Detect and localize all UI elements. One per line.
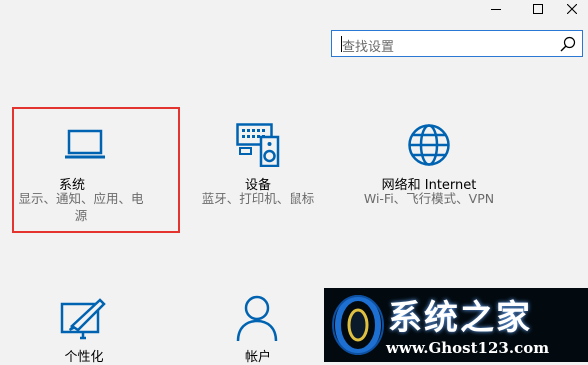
tile-accounts-title: 帐户 (244, 350, 271, 365)
tile-personalization-title: 个性化 (64, 350, 104, 365)
search-input[interactable]: 查找设置 (331, 30, 583, 57)
watermark-logo-icon (332, 295, 384, 355)
tile-personalization[interactable]: 个性化 (22, 290, 146, 365)
minimize-icon (491, 8, 501, 10)
tile-devices-desc: 蓝牙、打印机、鼠标 (201, 191, 315, 206)
tile-network[interactable]: 网络和 Internet Wi-Fi、飞行模式、VPN (356, 107, 502, 233)
close-button[interactable] (552, 0, 588, 18)
devices-icon (236, 123, 280, 167)
search-icon[interactable] (560, 36, 576, 52)
tile-accounts[interactable]: 帐户 (196, 290, 320, 365)
close-icon (567, 4, 577, 14)
selection-highlight (12, 107, 180, 233)
watermark-title: 系统之家 (388, 298, 532, 338)
search-placeholder: 查找设置 (342, 40, 395, 55)
minimize-button[interactable] (476, 0, 516, 18)
tile-network-desc: Wi-Fi、飞行模式、VPN (363, 191, 495, 206)
globe-icon (408, 124, 450, 166)
personalization-icon (60, 298, 106, 340)
watermark: 系统之家 www.Ghost123.com (324, 288, 588, 362)
watermark-url: www.Ghost123.com (386, 339, 550, 357)
maximize-icon (533, 4, 543, 14)
account-icon (236, 295, 278, 342)
tile-devices[interactable]: 设备 蓝牙、打印机、鼠标 (196, 107, 320, 233)
